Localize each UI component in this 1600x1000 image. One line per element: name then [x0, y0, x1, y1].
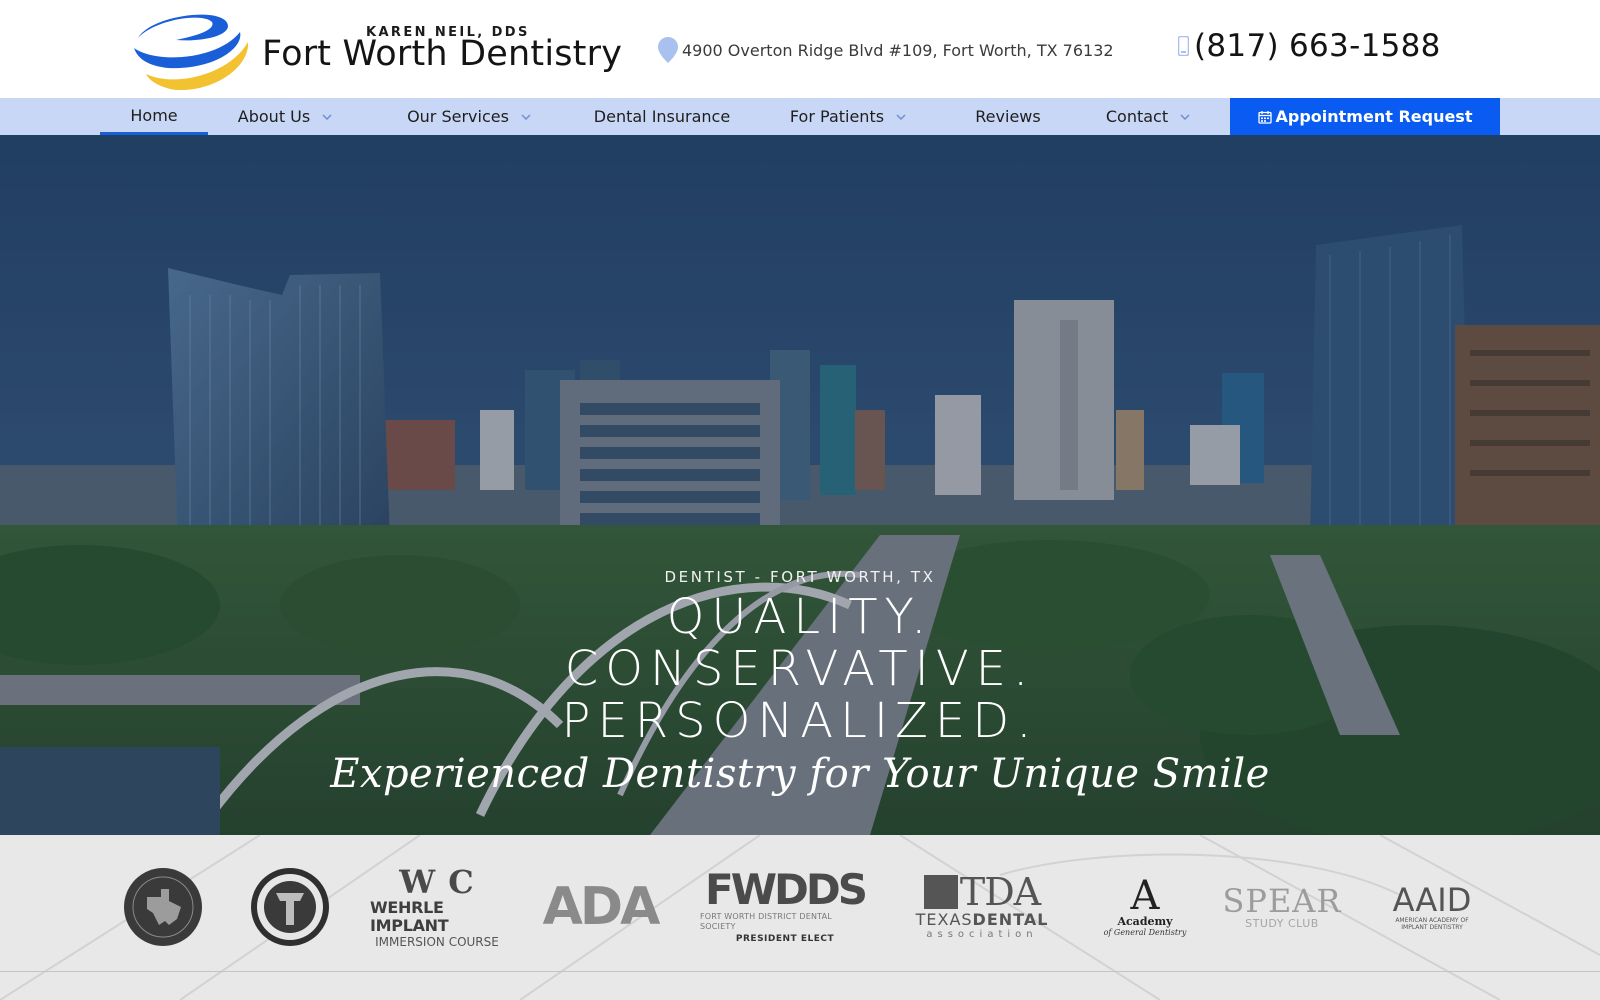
nav-item-label: Contact: [1105, 107, 1169, 126]
hero-headline-line-1: QUALITY.: [666, 589, 934, 645]
agd-line2: of General Dentistry: [1103, 928, 1187, 937]
phone-number: (817) 663-1588: [1194, 28, 1441, 64]
tda-mark: TDA: [959, 870, 1041, 914]
chevron-down-icon: [521, 113, 531, 120]
hero-kicker: DENTIST - FORT WORTH, TX: [664, 568, 936, 586]
fwdds-logo: FWDDS FORT WORTH DISTRICT DENTAL SOCIETY…: [700, 865, 870, 949]
fwdds-mark: FWDDS: [705, 865, 868, 914]
spear-study-club-logo: SPEAR STUDY CLUB: [1222, 865, 1342, 949]
spear-mark: SPEAR: [1222, 882, 1342, 920]
aaid-logo: AAID AMERICAN ACADEMY OF IMPLANT DENTIST…: [1382, 865, 1482, 949]
hero-banner: DENTIST - FORT WORTH, TX QUALITY. CONSER…: [0, 135, 1600, 835]
mobile-phone-icon: [1178, 36, 1189, 56]
section-divider: [0, 971, 1600, 972]
nav-item-for-patients[interactable]: For Patients: [766, 98, 930, 135]
implant-seal-icon: [251, 868, 329, 946]
hero-headline-line-2: CONSERVATIVE.: [564, 641, 1036, 697]
fwdds-role: PRESIDENT ELECT: [735, 934, 835, 944]
hero-tagline: Experienced Dentistry for Your Unique Sm…: [330, 751, 1270, 797]
texas-seal-icon: [124, 868, 202, 946]
nav-item-label: Our Services: [407, 107, 509, 126]
texas-dental-association-logo: TDA TEXASDENTAL association: [910, 865, 1054, 949]
nav-item-label: Home: [130, 105, 178, 125]
ada-logo: ADA: [540, 865, 661, 949]
ada-mark: ADA: [542, 877, 661, 937]
affiliations-strip: W C WEHRLE IMPLANT IMMERSION COURSE ADA …: [0, 835, 1600, 1000]
agd-line1: Academy: [1117, 915, 1173, 928]
address-text: 4900 Overton Ridge Blvd #109, Fort Worth…: [682, 40, 1114, 60]
nav-item-label: Dental Insurance: [593, 107, 731, 126]
brand-logo-icon[interactable]: [132, 8, 252, 91]
brand-name[interactable]: Fort Worth Dentistry: [262, 34, 622, 74]
spear-subtitle: STUDY CLUB: [1245, 917, 1319, 930]
agd-logo: A Academy of General Dentistry: [1090, 865, 1200, 949]
icoi-seal-logo: [248, 865, 332, 949]
wehrle-mark: W C: [399, 863, 475, 901]
nav-item-contact[interactable]: Contact: [1086, 98, 1210, 135]
fwdds-subtitle: FORT WORTH DISTRICT DENTAL SOCIETY: [700, 912, 832, 931]
nav-item-label: For Patients: [789, 107, 885, 126]
calendar-icon: [1257, 110, 1272, 124]
tda-block-icon: [923, 875, 958, 909]
chevron-down-icon: [1180, 113, 1190, 120]
nav-item-home[interactable]: Home: [100, 98, 208, 135]
phone-link[interactable]: (817) 663-1588: [1178, 28, 1441, 64]
hero-headline-line-3: PERSONALIZED.: [561, 693, 1039, 749]
map-pin-icon: [658, 37, 678, 63]
nav-item-dental-insurance[interactable]: Dental Insurance: [580, 98, 744, 135]
nav-item-label: About Us: [237, 107, 311, 126]
wehrle-subtitle: IMMERSION COURSE: [375, 935, 499, 949]
appointment-request-label: Appointment Request: [1275, 107, 1473, 126]
tda-line1-bold: DENTAL: [972, 910, 1049, 929]
nav-item-label: Reviews: [975, 107, 1041, 126]
main-navigation: Home About Us Our Services Dental Insura…: [0, 98, 1600, 135]
tda-line2: association: [926, 929, 1038, 940]
aaid-mark: AAID: [1392, 881, 1472, 919]
chevron-down-icon: [322, 113, 332, 120]
wehrle-implant-logo: W C WEHRLE IMPLANT IMMERSION COURSE: [370, 865, 504, 949]
tda-line1: TEXAS: [915, 910, 973, 929]
wehrle-title: WEHRLE IMPLANT: [370, 898, 449, 935]
agd-mark: A: [1130, 873, 1160, 919]
serving-fort-worth-logo: [122, 865, 204, 949]
nav-item-about-us[interactable]: About Us: [210, 98, 360, 135]
appointment-request-button[interactable]: Appointment Request: [1230, 98, 1500, 135]
aaid-subtitle: AMERICAN ACADEMY OF IMPLANT DENTISTRY: [1395, 917, 1469, 931]
site-header: KAREN NEIL, DDS Fort Worth Dentistry 490…: [0, 0, 1600, 98]
chevron-down-icon: [896, 113, 906, 120]
office-address[interactable]: 4900 Overton Ridge Blvd #109, Fort Worth…: [658, 37, 1114, 63]
nav-item-reviews[interactable]: Reviews: [962, 98, 1054, 135]
nav-item-our-services[interactable]: Our Services: [378, 98, 560, 135]
